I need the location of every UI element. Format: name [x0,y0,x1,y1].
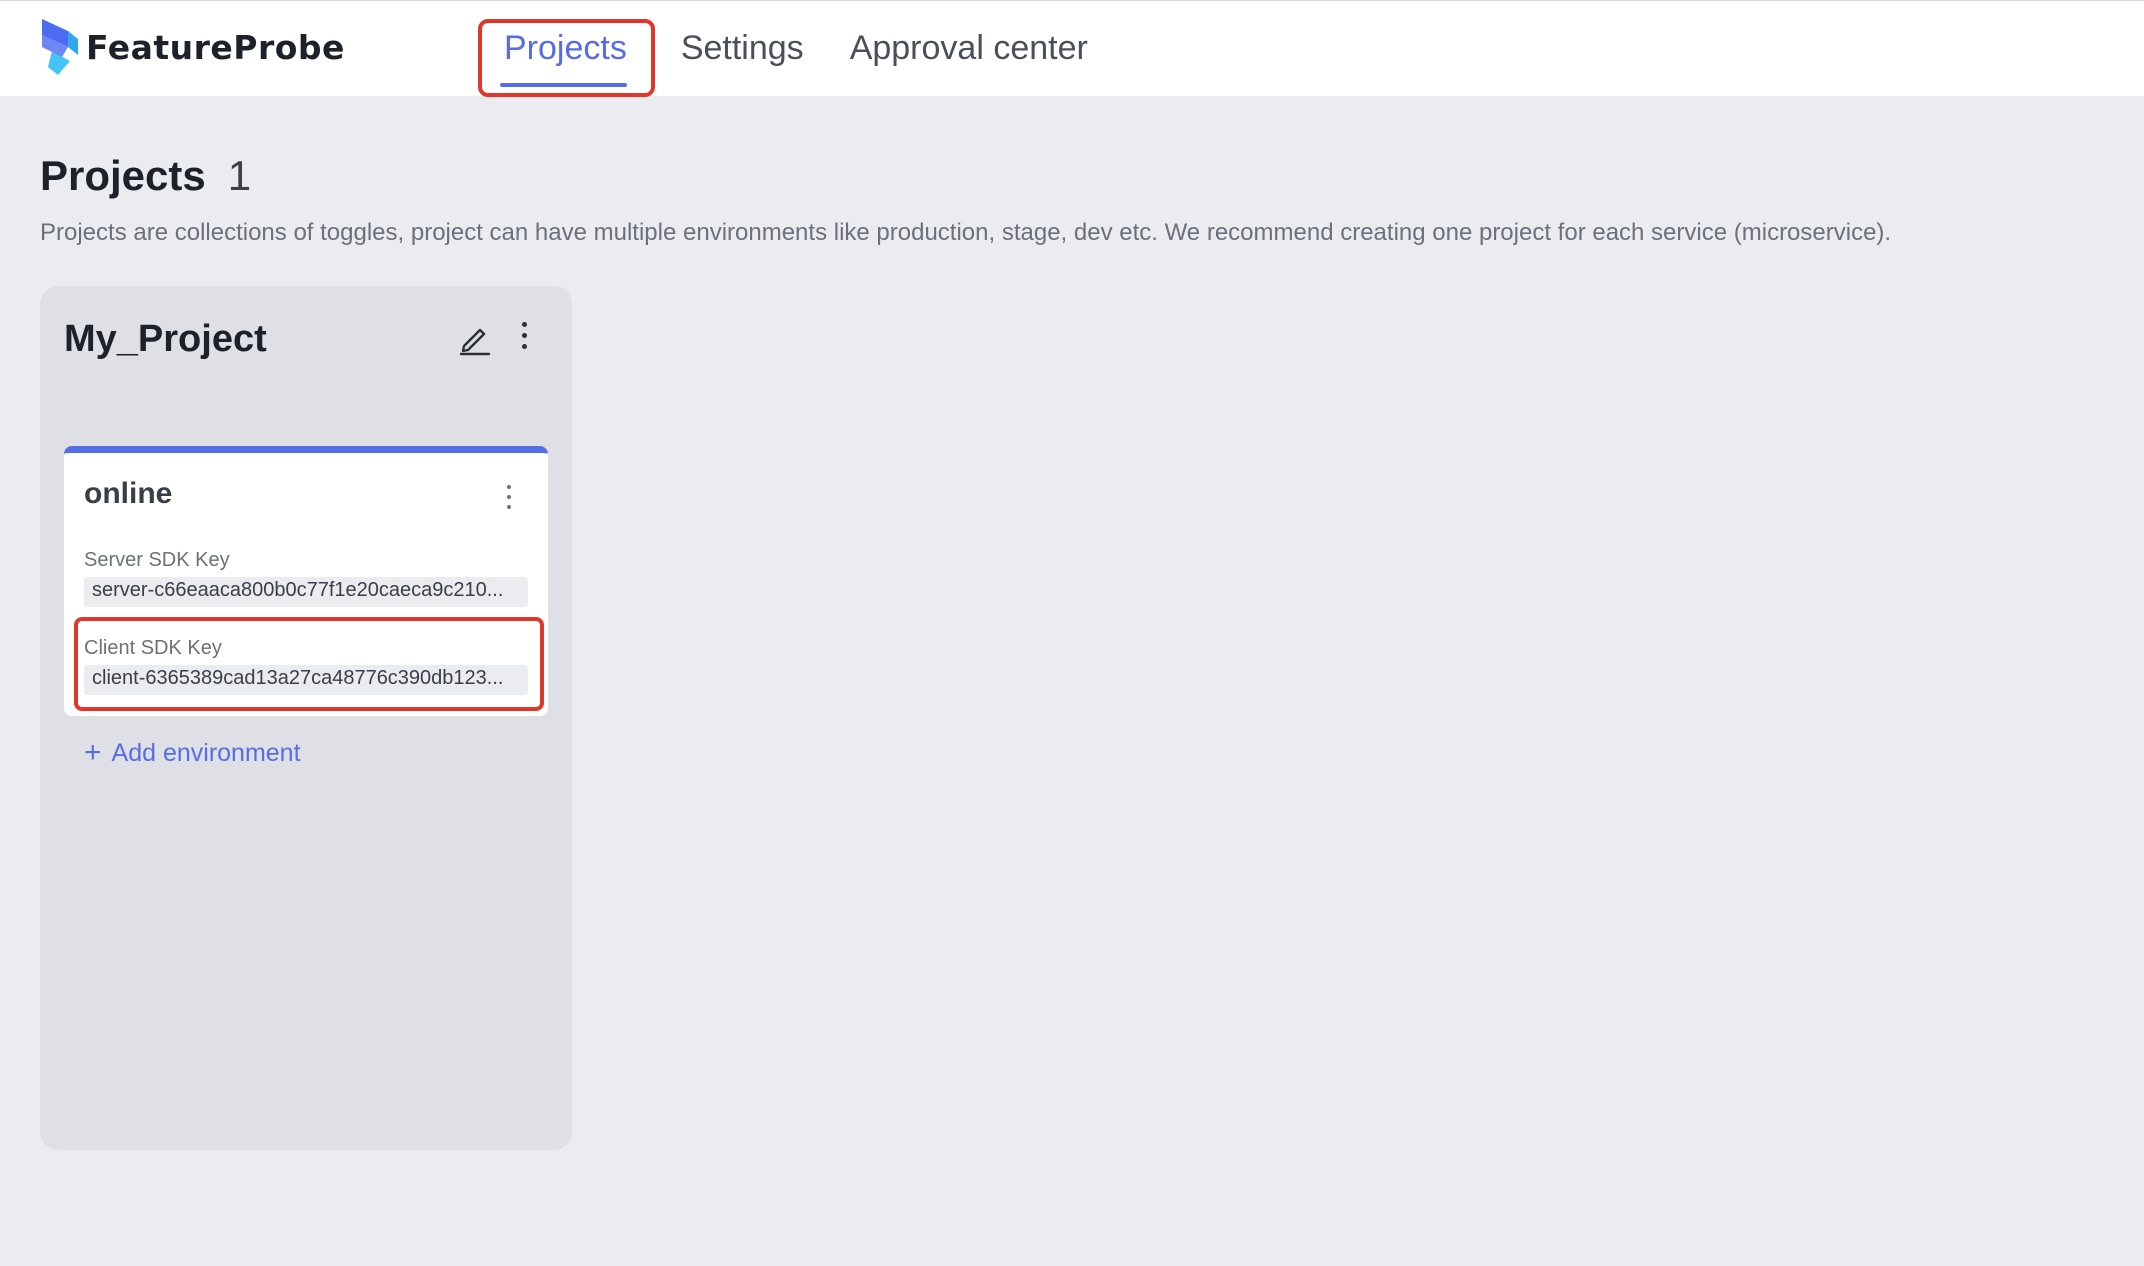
plus-icon: + [84,736,102,769]
add-environment-label: Add environment [111,738,301,767]
edit-icon[interactable] [458,322,492,356]
brand-name: FeatureProbe [86,27,345,67]
project-count: 1 [227,152,252,199]
client-sdk-key-label: Client SDK Key [84,637,222,659]
project-name: My_Project [64,318,267,360]
client-key-highlight-box [74,617,544,711]
logo-icon [42,19,78,75]
add-environment-button[interactable]: + Add environment [84,738,301,768]
environment-more-icon[interactable] [504,485,514,515]
page-title-text: Projects [40,152,206,199]
project-card: My_Project online Server SDK Key server-… [40,286,572,1150]
top-navbar: FeatureProbe Projects Settings Approval … [0,0,2144,97]
nav-tab-label: Approval center [849,29,1088,67]
nav-tab-projects[interactable]: Projects [478,19,655,97]
page-description: Projects are collections of toggles, pro… [40,219,1892,246]
environment-name: online [84,477,173,510]
nav-tab-label: Settings [680,29,804,67]
nav-tab-settings[interactable]: Settings [661,19,824,97]
server-sdk-key-value[interactable]: server-c66eaaca800b0c77f1e20caeca9c210..… [84,577,528,607]
active-tab-underline [500,83,627,87]
nav-tab-approval-center[interactable]: Approval center [830,19,1108,97]
page-title: Projects 1 [40,152,251,200]
nav-tab-label: Projects [504,29,627,67]
project-more-icon[interactable] [518,322,530,356]
client-sdk-key-value[interactable]: client-6365389cad13a27ca48776c390db123..… [84,665,528,695]
main-nav: Projects Settings Approval center [478,19,1114,97]
server-sdk-key-label: Server SDK Key [84,549,230,571]
featureprobe-logo[interactable]: FeatureProbe [40,17,345,77]
environment-card-online[interactable]: online Server SDK Key server-c66eaaca800… [64,446,548,716]
